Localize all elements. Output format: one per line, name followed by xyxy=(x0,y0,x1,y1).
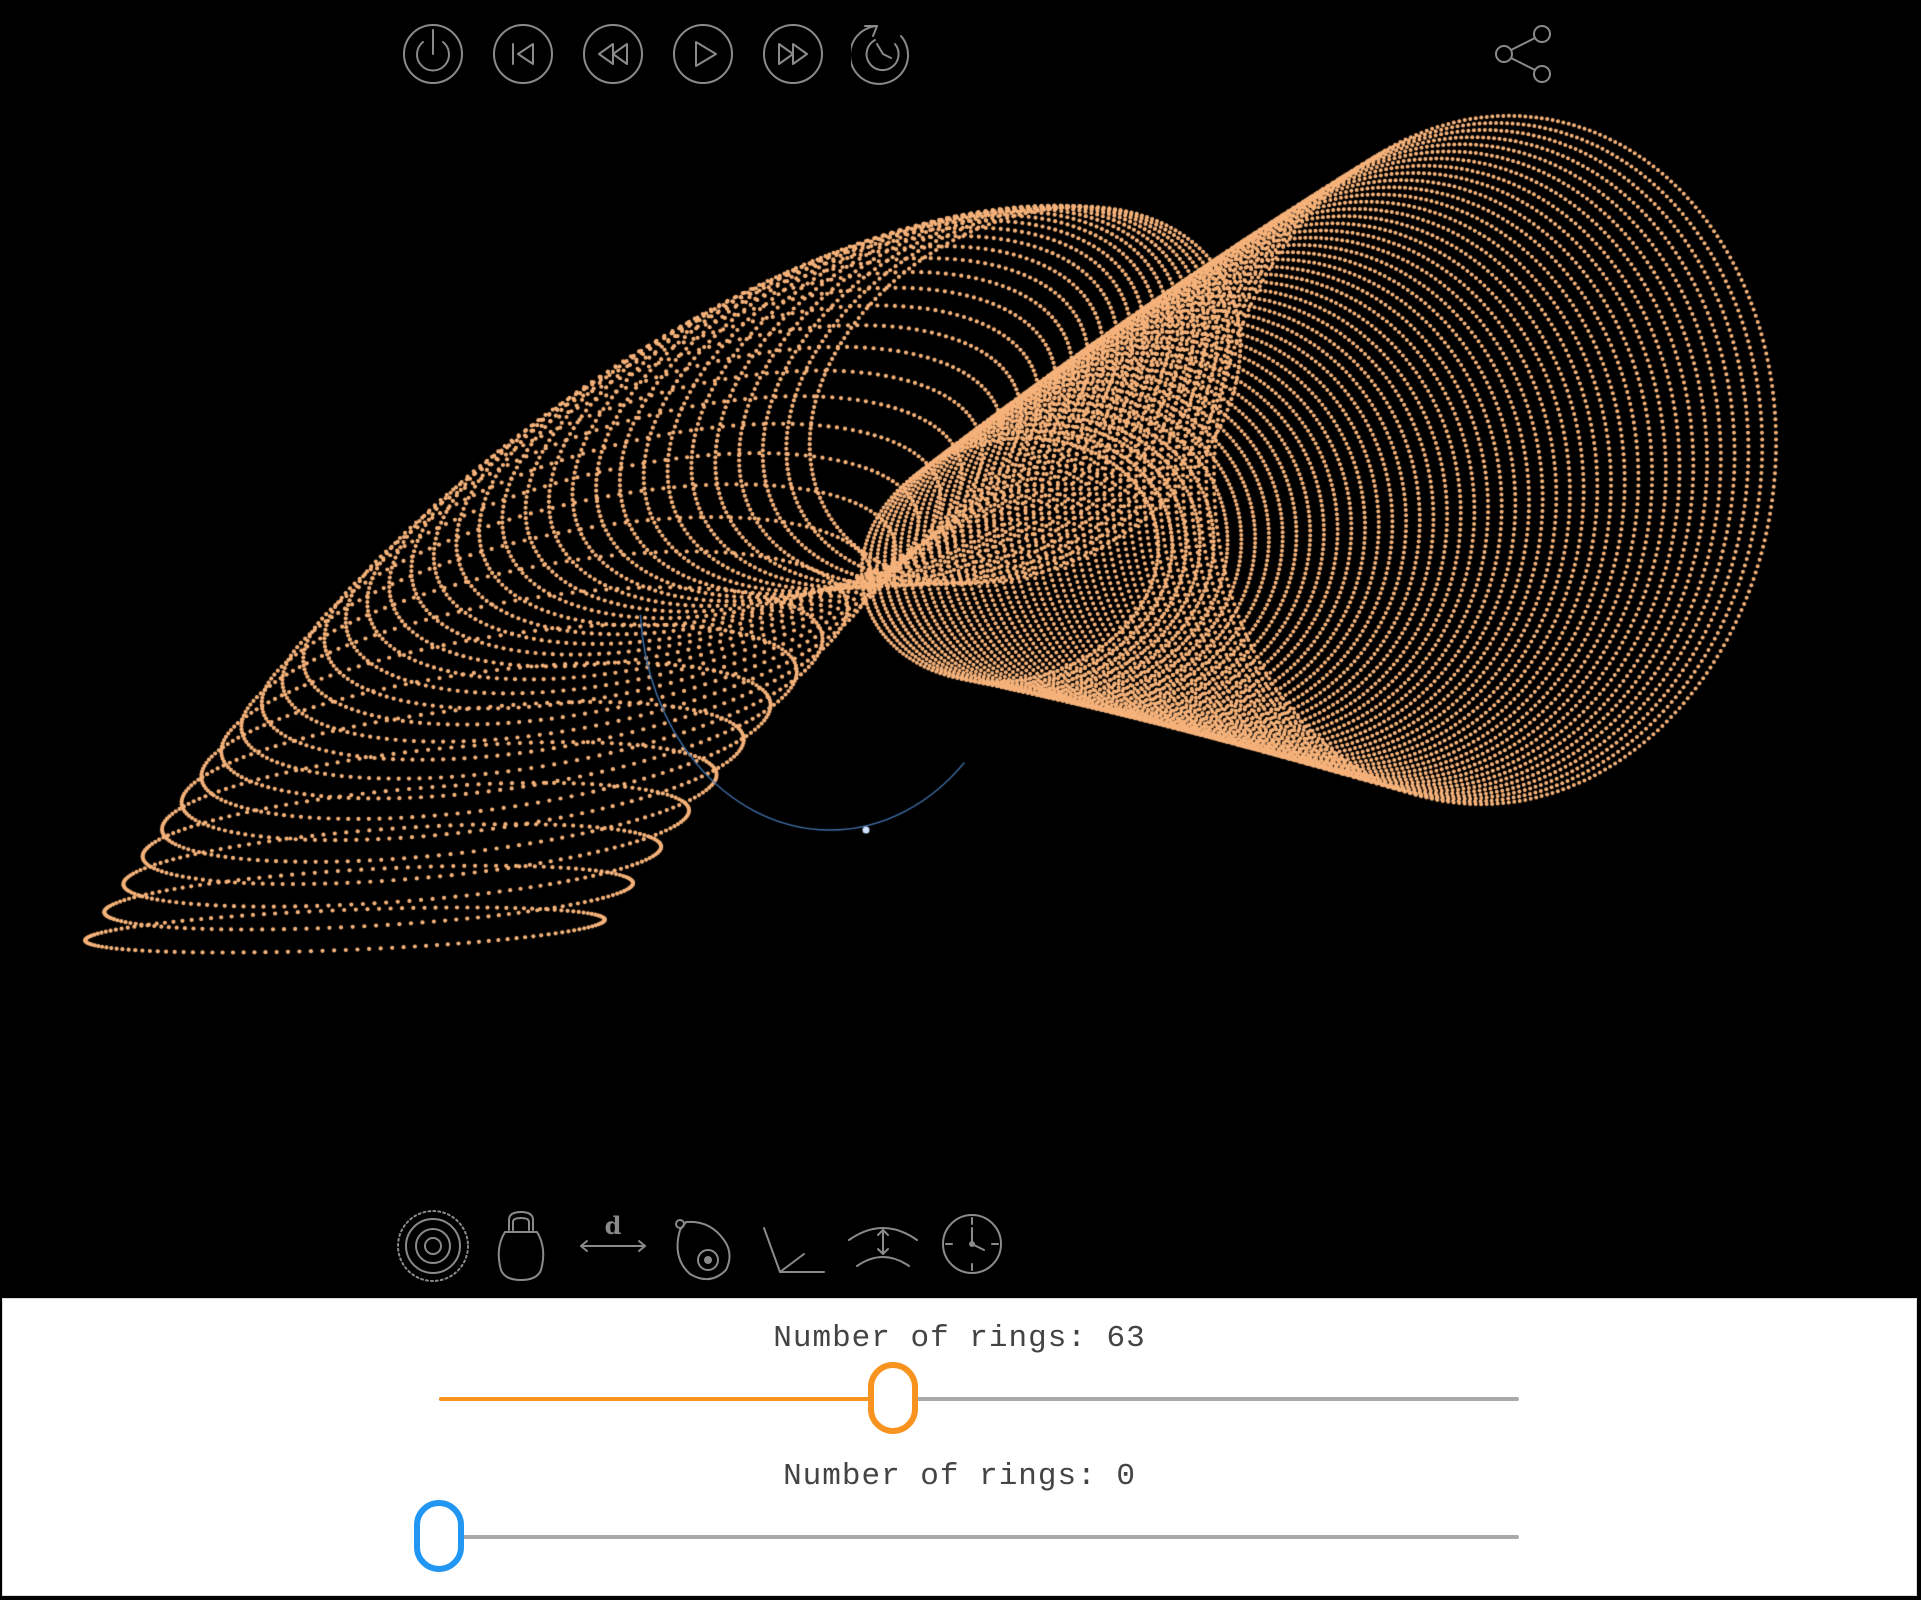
slider-2-track[interactable] xyxy=(439,1535,1519,1539)
rings-icon[interactable] xyxy=(395,1208,471,1284)
power-icon[interactable] xyxy=(401,22,465,86)
distance-symbol: d xyxy=(605,1211,622,1240)
weight-icon[interactable] xyxy=(489,1208,553,1284)
control-panel: Number of rings: 63 Number of rings: 0 xyxy=(2,1298,1917,1596)
angle-icon[interactable] xyxy=(758,1208,828,1284)
fast-forward-icon[interactable] xyxy=(761,22,825,86)
arc-icon[interactable] xyxy=(843,1208,923,1284)
slider-1-track[interactable] xyxy=(439,1397,1519,1401)
distance-icon[interactable]: d xyxy=(575,1208,651,1284)
reset-icon[interactable] xyxy=(851,22,915,86)
play-icon[interactable] xyxy=(671,22,735,86)
clock-icon[interactable] xyxy=(940,1212,1004,1276)
skip-back-icon[interactable] xyxy=(491,22,555,86)
rewind-icon[interactable] xyxy=(581,22,645,86)
slinky-visualization[interactable] xyxy=(0,0,1921,1298)
orbit-icon[interactable] xyxy=(670,1208,734,1284)
share-icon[interactable] xyxy=(1490,22,1554,86)
slider-1-fill xyxy=(439,1397,893,1401)
slider-2-thumb[interactable] xyxy=(414,1500,464,1572)
slider-1-label: Number of rings: 63 xyxy=(773,1321,1146,1356)
slider-1-thumb[interactable] xyxy=(867,1362,918,1434)
slider-2-label: Number of rings: 0 xyxy=(783,1459,1136,1494)
